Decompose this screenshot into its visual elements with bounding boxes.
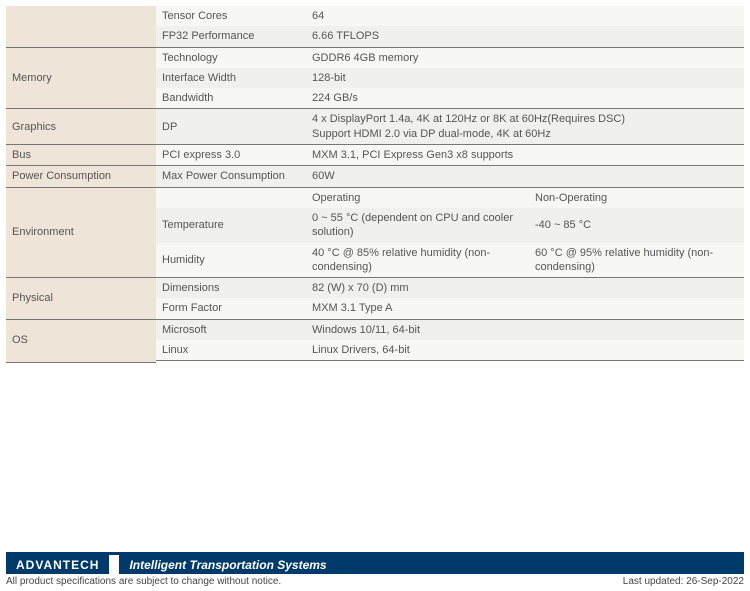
brand-logo: ADVANTECH (6, 555, 109, 574)
table-row: Power Consumption Max Power Consumption … (6, 166, 744, 187)
spec-value: Linux Drivers, 64-bit (306, 340, 744, 361)
spec-value: MXM 3.1 Type A (306, 298, 744, 319)
table-row: Bus PCI express 3.0 MXM 3.1, PCI Express… (6, 145, 744, 166)
spec-value: 60 °C @ 95% relative humidity (non-conde… (529, 243, 744, 278)
spec-value: 0 ~ 55 °C (dependent on CPU and cooler s… (306, 208, 529, 243)
footer-info: All product specifications are subject t… (6, 574, 744, 587)
spec-value: Windows 10/11, 64-bit (306, 319, 744, 340)
footer-bar: ADVANTECH Intelligent Transportation Sys… (6, 552, 744, 574)
table-row: OS Microsoft Windows 10/11, 64-bit (6, 319, 744, 340)
spec-label: Temperature (156, 208, 306, 243)
footer-title: Intelligent Transportation Systems (119, 555, 744, 574)
spec-value: -40 ~ 85 °C (529, 208, 744, 243)
spec-value: 4 x DisplayPort 1.4a, 4K at 120Hz or 8K … (306, 109, 744, 145)
table-row: Tensor Cores 64 (6, 6, 744, 26)
page-footer: ADVANTECH Intelligent Transportation Sys… (0, 552, 750, 591)
spec-table: Tensor Cores 64 FP32 Performance 6.66 TF… (6, 6, 744, 363)
table-row: Memory Technology GDDR6 4GB memory (6, 47, 744, 68)
category-cell: Environment (6, 187, 156, 277)
spec-value: 224 GB/s (306, 88, 744, 109)
spec-value: 6.66 TFLOPS (306, 26, 744, 47)
category-cell: Physical (6, 278, 156, 320)
table-row: Environment Operating Non-Operating (6, 187, 744, 208)
spec-value: MXM 3.1, PCI Express Gen3 x8 supports (306, 145, 744, 166)
spec-label: DP (156, 109, 306, 145)
spec-value: 128-bit (306, 68, 744, 88)
column-header: Non-Operating (529, 187, 744, 208)
spec-label: Microsoft (156, 319, 306, 340)
spec-label: Technology (156, 47, 306, 68)
category-cell: Power Consumption (6, 166, 156, 187)
spec-label: Interface Width (156, 68, 306, 88)
spec-label: Max Power Consumption (156, 166, 306, 187)
spec-label: Linux (156, 340, 306, 361)
spec-label: Dimensions (156, 278, 306, 299)
category-cell: Graphics (6, 109, 156, 145)
spec-value: 40 °C @ 85% relative humidity (non-conde… (306, 243, 529, 278)
spec-label: Bandwidth (156, 88, 306, 109)
spec-value: 82 (W) x 70 (D) mm (306, 278, 744, 299)
spec-value: GDDR6 4GB memory (306, 47, 744, 68)
spec-label: Tensor Cores (156, 6, 306, 26)
spec-label: PCI express 3.0 (156, 145, 306, 166)
spec-value: 60W (306, 166, 744, 187)
spec-table-container: Tensor Cores 64 FP32 Performance 6.66 TF… (0, 0, 750, 363)
column-header: Operating (306, 187, 529, 208)
category-cell: Memory (6, 47, 156, 109)
category-cell: OS (6, 319, 156, 361)
spec-label: FP32 Performance (156, 26, 306, 47)
category-cell: Bus (6, 145, 156, 166)
spec-label: Form Factor (156, 298, 306, 319)
table-row: Graphics DP 4 x DisplayPort 1.4a, 4K at … (6, 109, 744, 145)
footer-updated: Last updated: 26-Sep-2022 (623, 576, 744, 587)
table-row: Physical Dimensions 82 (W) x 70 (D) mm (6, 278, 744, 299)
spec-value: 64 (306, 6, 744, 26)
spec-label: Humidity (156, 243, 306, 278)
footer-notice: All product specifications are subject t… (6, 576, 281, 587)
